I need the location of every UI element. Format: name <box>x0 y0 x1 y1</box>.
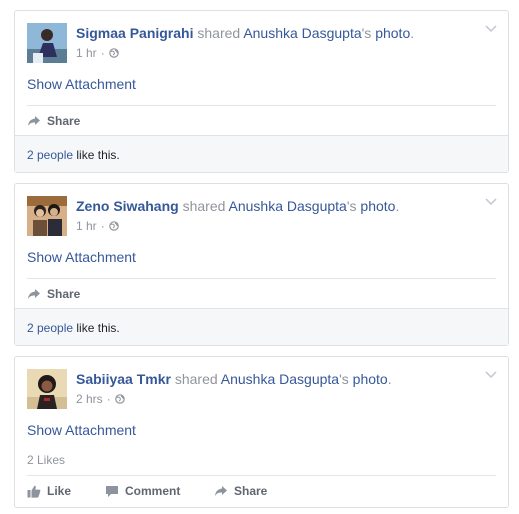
divider <box>27 105 496 106</box>
likes-people-link[interactable]: 2 people <box>27 148 73 162</box>
profile-picture[interactable] <box>27 23 67 63</box>
feed-story-2: Zeno Siwahang shared Anushka Dasgupta's … <box>14 183 509 346</box>
possessive: 's <box>361 25 372 41</box>
show-attachment-link[interactable]: Show Attachment <box>27 248 136 266</box>
story-verb: shared <box>182 198 226 214</box>
globe-icon <box>108 221 119 231</box>
story-headline: Zeno Siwahang shared Anushka Dasgupta's … <box>76 197 399 215</box>
share-arrow-icon <box>28 116 40 126</box>
share-label: Share <box>234 484 268 498</box>
likes-suffix: like this. <box>76 321 120 335</box>
story-verb: shared <box>174 371 218 387</box>
share-arrow-icon <box>28 289 40 299</box>
headline-punct: . <box>410 25 415 41</box>
comment-label: Comment <box>125 484 181 498</box>
timestamp-link[interactable]: 1 hr <box>76 45 97 61</box>
globe-icon <box>108 48 119 58</box>
actor-name-link[interactable]: Sabiiyaa Tmkr <box>76 371 171 387</box>
owner-name-link[interactable]: Anushka Dasgupta <box>229 198 347 214</box>
owner-name-link[interactable]: Anushka Dasgupta <box>243 25 361 41</box>
timestamp-link[interactable]: 1 hr <box>76 218 97 234</box>
share-button[interactable]: Share <box>27 113 80 129</box>
likes-summary: 2 people like this. <box>15 308 508 345</box>
show-attachment-link[interactable]: Show Attachment <box>27 75 136 93</box>
story-meta: 2 hrs · <box>76 391 125 407</box>
meta-separator: · <box>100 46 105 60</box>
possessive: 's <box>346 198 357 214</box>
actor-name-link[interactable]: Zeno Siwahang <box>76 198 179 214</box>
story-header: Sigmaa Panigrahi shared Anushka Dasgupta… <box>15 11 508 69</box>
chevron-down-icon[interactable] <box>485 24 497 34</box>
like-button[interactable]: Like <box>27 483 71 499</box>
possessive: 's <box>339 371 349 387</box>
chevron-down-icon[interactable] <box>485 370 497 380</box>
feed-story-1: Sigmaa Panigrahi shared Anushka Dasgupta… <box>14 10 509 173</box>
divider <box>27 278 496 279</box>
meta-separator: · <box>100 219 105 233</box>
likes-summary: 2 people like this. <box>15 135 508 172</box>
globe-icon <box>114 394 125 404</box>
share-button[interactable]: Share <box>27 286 80 302</box>
comment-icon <box>106 485 118 497</box>
story-headline: Sigmaa Panigrahi shared Anushka Dasgupta… <box>76 24 414 42</box>
share-button[interactable]: Share <box>214 483 267 499</box>
share-label: Share <box>47 287 81 301</box>
feed-story-3: Sabiiyaa Tmkr shared Anushka Dasgupta's … <box>14 356 509 508</box>
owner-name-link[interactable]: Anushka Dasgupta <box>221 371 339 387</box>
headline-punct: . <box>387 371 392 387</box>
story-verb: shared <box>197 25 241 41</box>
actor-name-link[interactable]: Sigmaa Panigrahi <box>76 25 193 41</box>
story-header: Zeno Siwahang shared Anushka Dasgupta's … <box>15 184 508 242</box>
story-headline: Sabiiyaa Tmkr shared Anushka Dasgupta's … <box>76 370 392 388</box>
likes-count-link[interactable]: 2 Likes <box>27 452 65 468</box>
timestamp-link[interactable]: 2 hrs <box>76 391 103 407</box>
share-label: Share <box>47 114 81 128</box>
chevron-down-icon[interactable] <box>485 197 497 207</box>
story-meta: 1 hr · <box>76 45 119 61</box>
thumbs-up-icon <box>27 485 41 498</box>
profile-picture[interactable] <box>27 369 67 409</box>
comment-button[interactable]: Comment <box>105 483 180 499</box>
photo-link[interactable]: photo <box>360 198 395 214</box>
meta-separator: · <box>106 392 111 406</box>
story-header: Sabiiyaa Tmkr shared Anushka Dasgupta's … <box>15 357 508 415</box>
like-label: Like <box>47 484 72 498</box>
headline-punct: . <box>395 198 400 214</box>
likes-people-link[interactable]: 2 people <box>27 321 73 335</box>
divider <box>27 475 496 476</box>
show-attachment-link[interactable]: Show Attachment <box>27 421 136 439</box>
profile-picture[interactable] <box>27 196 67 236</box>
likes-suffix: like this. <box>76 148 120 162</box>
photo-link[interactable]: photo <box>353 371 388 387</box>
story-meta: 1 hr · <box>76 218 119 234</box>
share-arrow-icon <box>215 486 227 496</box>
photo-link[interactable]: photo <box>375 25 410 41</box>
